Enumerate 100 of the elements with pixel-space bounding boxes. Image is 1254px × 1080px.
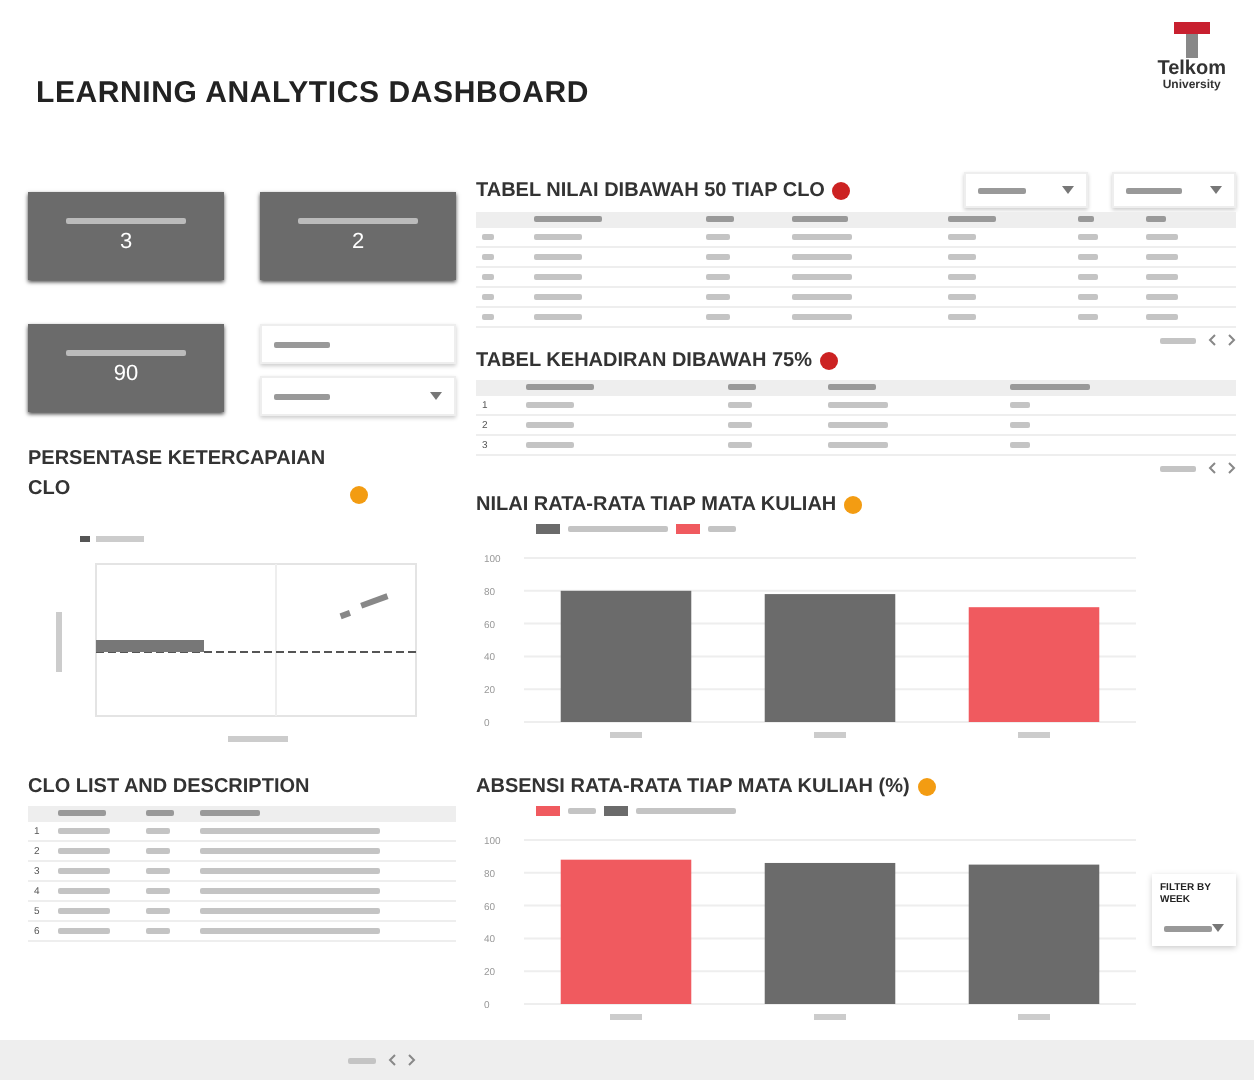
blurred-text bbox=[706, 293, 731, 300]
blurred-text bbox=[274, 393, 330, 399]
blurred-text bbox=[948, 216, 997, 223]
blurred-text bbox=[57, 827, 110, 834]
legend-swatch bbox=[80, 536, 90, 542]
blurred-text bbox=[482, 313, 494, 320]
legend-swatch bbox=[536, 806, 560, 816]
blurred-text bbox=[526, 421, 575, 428]
blurred-text bbox=[1160, 337, 1196, 343]
blurred-text bbox=[948, 273, 977, 280]
blurred-text bbox=[482, 253, 494, 260]
blurred-text bbox=[1126, 187, 1182, 193]
dropdown[interactable] bbox=[1112, 172, 1236, 208]
dashboard-title: LEARNING ANALYTICS DASHBOARD bbox=[36, 76, 589, 110]
blurred-text bbox=[274, 341, 330, 347]
section-title: PERSENTASE KETERCAPAIAN CLO bbox=[28, 446, 328, 504]
dropdown[interactable] bbox=[964, 172, 1088, 208]
section-title: TABEL KEHADIRAN DIBAWAH 75% bbox=[476, 350, 812, 372]
section-title: NILAI RATA-RATA TIAP MATA KULIAH bbox=[476, 494, 837, 516]
blurred-text bbox=[1010, 384, 1091, 391]
blurred-text bbox=[145, 810, 174, 817]
blurred-text bbox=[727, 441, 752, 448]
kpi-value: 3 bbox=[119, 230, 133, 254]
blurred-text bbox=[1146, 273, 1179, 280]
blurred-text bbox=[533, 273, 582, 280]
blurred-text bbox=[1146, 313, 1179, 320]
blurred-text bbox=[533, 293, 582, 300]
blurred-text bbox=[348, 1057, 376, 1063]
blurred-text bbox=[1010, 401, 1031, 408]
next-icon[interactable] bbox=[1228, 334, 1236, 346]
legend-swatch bbox=[536, 524, 560, 534]
blurred-text bbox=[526, 441, 575, 448]
kpi-value: 2 bbox=[351, 230, 365, 254]
blurred-text bbox=[828, 384, 877, 391]
blurred-text bbox=[1077, 313, 1098, 320]
blurred-text bbox=[482, 233, 494, 240]
blurred-text bbox=[533, 253, 582, 260]
blurred-text bbox=[66, 350, 186, 356]
previous-icon[interactable] bbox=[388, 1054, 396, 1066]
blurred-text bbox=[706, 273, 731, 280]
blurred-text bbox=[1146, 253, 1179, 260]
legend-swatch bbox=[604, 806, 628, 816]
blurred-text bbox=[1077, 233, 1098, 240]
blurred-text bbox=[828, 401, 889, 408]
legend-swatch bbox=[676, 524, 700, 534]
next-icon[interactable] bbox=[1228, 462, 1236, 474]
reference-label bbox=[96, 640, 204, 652]
blurred-text bbox=[568, 808, 596, 814]
blurred-text bbox=[1146, 216, 1167, 223]
logo-icon bbox=[1169, 20, 1214, 60]
blurred-text bbox=[727, 401, 752, 408]
blurred-text bbox=[727, 421, 752, 428]
blurred-text bbox=[828, 441, 889, 448]
blurred-text bbox=[145, 907, 170, 914]
blurred-text bbox=[727, 384, 756, 391]
blurred-text bbox=[706, 253, 731, 260]
blurred-text bbox=[948, 313, 977, 320]
input-field[interactable] bbox=[260, 324, 456, 364]
section-title: TABEL NILAI DIBAWAH 50 TIAP CLO bbox=[476, 179, 825, 201]
blurred-text bbox=[610, 1014, 642, 1020]
blurred-text bbox=[145, 887, 170, 894]
blurred-text bbox=[1010, 421, 1031, 428]
blurred-text bbox=[828, 421, 889, 428]
blurred-text bbox=[57, 927, 110, 934]
blurred-text bbox=[568, 526, 668, 532]
blurred-text bbox=[1164, 925, 1212, 931]
blurred-text bbox=[1077, 253, 1098, 260]
blurred-text bbox=[57, 887, 110, 894]
blurred-text bbox=[57, 907, 110, 914]
blurred-text bbox=[533, 216, 602, 223]
blurred-text bbox=[978, 187, 1026, 193]
blurred-text bbox=[1010, 441, 1031, 448]
blurred-text bbox=[814, 1014, 846, 1020]
blurred-text bbox=[706, 233, 731, 240]
blurred-text bbox=[96, 536, 144, 542]
dropdown[interactable] bbox=[260, 376, 456, 416]
previous-icon[interactable] bbox=[1208, 334, 1216, 346]
next-icon[interactable] bbox=[408, 1054, 416, 1066]
blurred-text bbox=[1146, 293, 1179, 300]
blurred-text bbox=[948, 253, 977, 260]
blurred-text bbox=[706, 313, 731, 320]
blurred-text bbox=[199, 810, 260, 817]
blurred-text bbox=[792, 293, 853, 300]
blurred-text bbox=[66, 218, 186, 224]
caret-icon bbox=[1212, 924, 1224, 932]
data-point bbox=[339, 610, 351, 620]
blurred-text bbox=[1077, 216, 1094, 223]
blurred-text bbox=[57, 847, 110, 854]
blurred-text bbox=[636, 808, 736, 814]
blurred-text bbox=[56, 612, 62, 672]
blurred-text bbox=[948, 233, 977, 240]
previous-icon[interactable] bbox=[1208, 462, 1216, 474]
blurred-text bbox=[1146, 233, 1179, 240]
blurred-text bbox=[1018, 1014, 1050, 1020]
blurred-text bbox=[482, 273, 494, 280]
blurred-text bbox=[792, 253, 853, 260]
blurred-text bbox=[145, 927, 170, 934]
blurred-text bbox=[57, 810, 106, 817]
blurred-text bbox=[1077, 273, 1098, 280]
blurred-text bbox=[792, 216, 849, 223]
